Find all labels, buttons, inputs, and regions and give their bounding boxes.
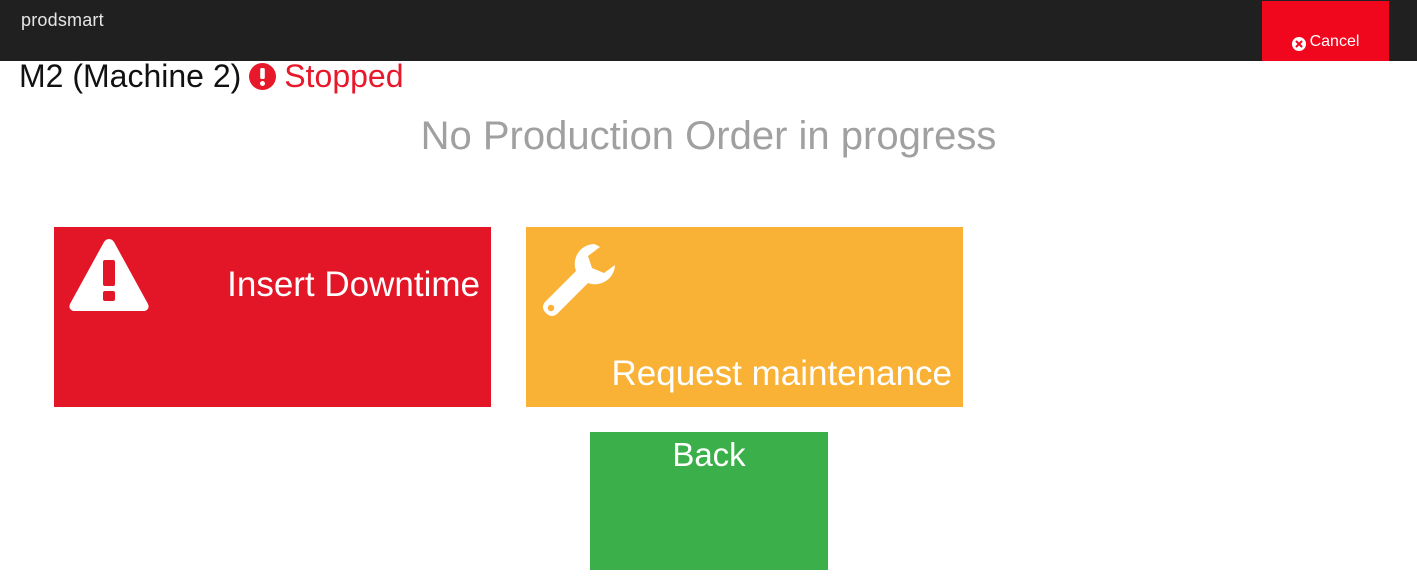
machine-status-line: M2 (Machine 2) Stopped	[19, 58, 404, 95]
cancel-button[interactable]: Cancel	[1262, 1, 1389, 61]
times-circle-icon	[1291, 37, 1306, 51]
insert-downtime-label: Insert Downtime	[227, 265, 480, 304]
back-button[interactable]: Back	[590, 432, 828, 570]
cancel-label: Cancel	[1309, 33, 1360, 50]
exclamation-circle-icon	[249, 63, 277, 90]
insert-downtime-button[interactable]: Insert Downtime	[54, 227, 491, 407]
back-label: Back	[672, 436, 746, 473]
request-maintenance-button[interactable]: Request maintenance	[526, 227, 963, 407]
wrench-icon	[540, 241, 618, 324]
request-maintenance-label: Request maintenance	[611, 354, 953, 393]
no-production-order-message: No Production Order in progress	[420, 114, 997, 158]
machine-status: Stopped	[284, 58, 404, 94]
machine-name: M2 (Machine 2)	[19, 58, 242, 94]
brand-logo[interactable]: prodsmart	[21, 10, 104, 31]
warning-triangle-icon	[68, 236, 150, 318]
top-navbar: prodsmart Cancel	[0, 0, 1417, 61]
